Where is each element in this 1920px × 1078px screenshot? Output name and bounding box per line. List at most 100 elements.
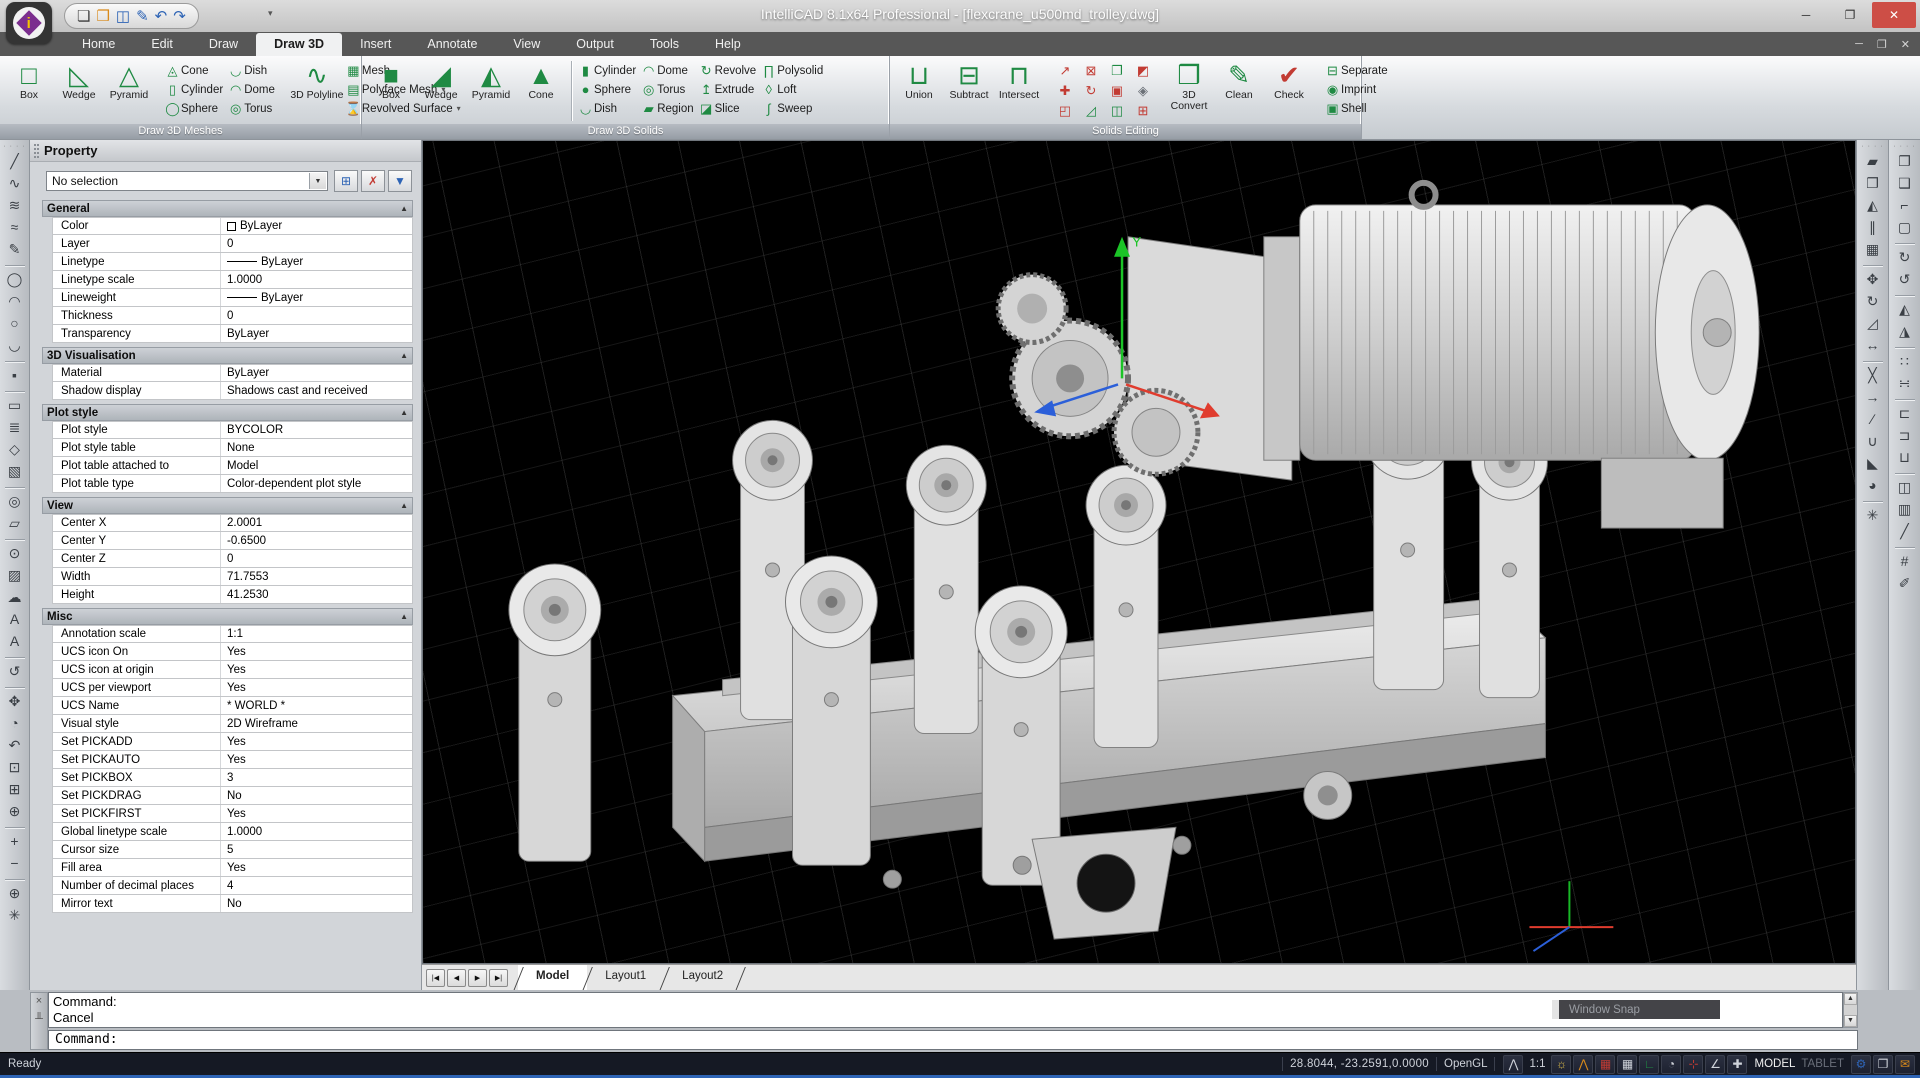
revolve-button[interactable]: ↻ Revolve	[698, 61, 761, 80]
property-row[interactable]: Height 41.2530	[52, 586, 413, 604]
model-space-toggle[interactable]: MODEL	[1754, 1058, 1795, 1070]
offset-curve-icon[interactable]: ⌐	[1900, 194, 1908, 216]
property-row[interactable]: UCS Name * WORLD *	[52, 697, 413, 715]
minimize-button[interactable]: ─	[1784, 2, 1828, 28]
doc-minimize-button[interactable]: ─	[1855, 38, 1863, 50]
property-row[interactable]: UCS per viewport Yes	[52, 679, 413, 697]
mirror-2d-icon[interactable]: ◭	[1899, 298, 1910, 320]
boundary-box-icon[interactable]: ▢	[1898, 216, 1911, 238]
property-row[interactable]: Transparency ByLayer	[52, 325, 413, 343]
ortho-icon[interactable]: ∟	[1639, 1055, 1659, 1074]
solid-wedge-button[interactable]: ◢ Wedge	[416, 58, 466, 124]
copy-edge-icon[interactable]: ◫	[1106, 101, 1128, 121]
trim-solid-icon[interactable]: ⊐	[1899, 424, 1911, 446]
menu-tab[interactable]: Draw	[191, 33, 256, 56]
menu-tab[interactable]: Edit	[133, 33, 191, 56]
move-face-icon[interactable]: ✚	[1054, 81, 1076, 101]
copy-icon[interactable]: ❐	[1866, 172, 1879, 194]
command-scrollbar[interactable]: ▲ ▼	[1843, 992, 1858, 1028]
extrude-face-icon[interactable]: ↗	[1054, 61, 1076, 81]
pan-icon[interactable]: ✥	[9, 690, 21, 712]
copy-nested-icon[interactable]: ❑	[1898, 172, 1911, 194]
sep-3[interactable]	[5, 386, 25, 392]
move-icon[interactable]: ✥	[1867, 268, 1879, 290]
loft-button[interactable]: ◊ Loft	[760, 80, 827, 99]
close-button[interactable]: ✕	[1872, 2, 1916, 28]
zoom-extents-icon[interactable]: ✳	[9, 904, 21, 926]
rotate-axis-icon[interactable]: ↺	[1899, 268, 1911, 290]
intersect-button[interactable]: ⊓ Intersect	[994, 58, 1044, 124]
offset-face-icon[interactable]: ◰	[1054, 101, 1076, 121]
menu-tab[interactable]: Insert	[342, 33, 409, 56]
mesh-dish-button[interactable]: ◡ Dish	[227, 61, 279, 80]
region-button[interactable]: ▰ Region	[640, 99, 697, 118]
collapse-icon[interactable]: ▲	[400, 408, 408, 417]
property-row[interactable]: Center Y -0.6500	[52, 532, 413, 550]
property-row[interactable]: Layer 0	[52, 235, 413, 253]
drag-grip-icon[interactable]	[34, 144, 39, 158]
break-icon[interactable]: ∕	[1871, 408, 1873, 430]
app-logo[interactable]: i	[6, 2, 52, 44]
property-row[interactable]: Cursor size 5	[52, 841, 413, 859]
annotation-scale-icon[interactable]: ⋀	[1503, 1055, 1523, 1074]
refresh-icon[interactable]: ↺	[9, 660, 21, 682]
grid-icon[interactable]: ▦	[1617, 1055, 1637, 1074]
property-row[interactable]: Thickness 0	[52, 307, 413, 325]
3d-polyline-button[interactable]: ∿ 3D Polyline	[289, 58, 345, 124]
property-row[interactable]: UCS icon On Yes	[52, 643, 413, 661]
doc-restore-button[interactable]: ❐	[1877, 38, 1887, 51]
collapse-icon[interactable]: ▲	[400, 351, 408, 360]
sheet-tab[interactable]: Layout2	[664, 965, 741, 991]
array-rect-icon[interactable]: ∷	[1900, 350, 1909, 372]
prev-sheet-button[interactable]: ◀	[447, 969, 466, 987]
solid-sphere-button[interactable]: ● Sphere	[577, 80, 640, 99]
mtext-icon[interactable]: A	[10, 630, 19, 652]
entity-track-icon[interactable]: ∠	[1705, 1055, 1725, 1074]
mesh-torus-button[interactable]: ◎ Torus	[227, 99, 279, 118]
union-button[interactable]: ⊔ Union	[894, 58, 944, 124]
slice-button[interactable]: ◪ Slice	[698, 99, 761, 118]
zoom-out-icon[interactable]: −	[10, 852, 18, 874]
property-row[interactable]: Set PICKADD Yes	[52, 733, 413, 751]
esnap-icon[interactable]: ⊹	[1683, 1055, 1703, 1074]
align-icon[interactable]: ▥	[1898, 498, 1911, 520]
sep-4[interactable]	[1895, 394, 1915, 400]
tablet-toggle[interactable]: TABLET	[1801, 1058, 1844, 1070]
taper-face-icon[interactable]: ◿	[1080, 101, 1102, 121]
rotate-3d-icon[interactable]: ↻	[1899, 246, 1911, 268]
sep-2[interactable]	[1895, 290, 1915, 296]
measure-icon[interactable]: ✐	[1899, 572, 1911, 594]
copy-face-icon[interactable]: ❐	[1106, 61, 1128, 81]
trim-icon[interactable]: ╳	[1868, 364, 1876, 386]
property-row[interactable]: Fill area Yes	[52, 859, 413, 877]
hatch-icon[interactable]: ▨	[8, 564, 21, 586]
mesh-dome-button[interactable]: ◠ Dome	[227, 80, 279, 99]
menu-tab[interactable]: View	[495, 33, 558, 56]
join-icon[interactable]: ∪	[1867, 430, 1877, 452]
clean-button[interactable]: ✎ Clean	[1214, 58, 1264, 124]
property-row[interactable]: UCS icon at origin Yes	[52, 661, 413, 679]
sep-2[interactable]	[5, 356, 25, 362]
extrude-button[interactable]: ↥ Extrude	[698, 80, 761, 99]
sep-3[interactable]	[1863, 496, 1883, 502]
line-icon[interactable]: ╱	[10, 150, 18, 172]
delete-face-icon[interactable]: ⊠	[1080, 61, 1102, 81]
subtract-button[interactable]: ⊟ Subtract	[944, 58, 994, 124]
sep-8[interactable]	[5, 822, 25, 828]
3d-convert-button[interactable]: ❒ 3D Convert	[1164, 58, 1214, 124]
filter-button[interactable]: ▼	[388, 170, 412, 192]
polysolid-button[interactable]: ∏ Polysolid	[760, 61, 827, 80]
property-row[interactable]: Global linetype scale 1.0000	[52, 823, 413, 841]
property-row[interactable]: Set PICKDRAG No	[52, 787, 413, 805]
property-row[interactable]: Plot style table None	[52, 439, 413, 457]
rectangle-icon[interactable]: ▭	[8, 394, 21, 416]
boundary-icon[interactable]: ▧	[8, 460, 21, 482]
check-button[interactable]: ✔ Check	[1264, 58, 1314, 124]
sep-3[interactable]	[1895, 342, 1915, 348]
array-3d-icon[interactable]: ∺	[1899, 372, 1911, 394]
quick-select-button[interactable]: ⊞	[334, 170, 358, 192]
sep-7[interactable]	[5, 682, 25, 688]
property-row[interactable]: Set PICKFIRST Yes	[52, 805, 413, 823]
mirror-icon[interactable]: ◭	[1867, 194, 1878, 216]
imprint-edge-icon[interactable]: ◈	[1132, 81, 1154, 101]
